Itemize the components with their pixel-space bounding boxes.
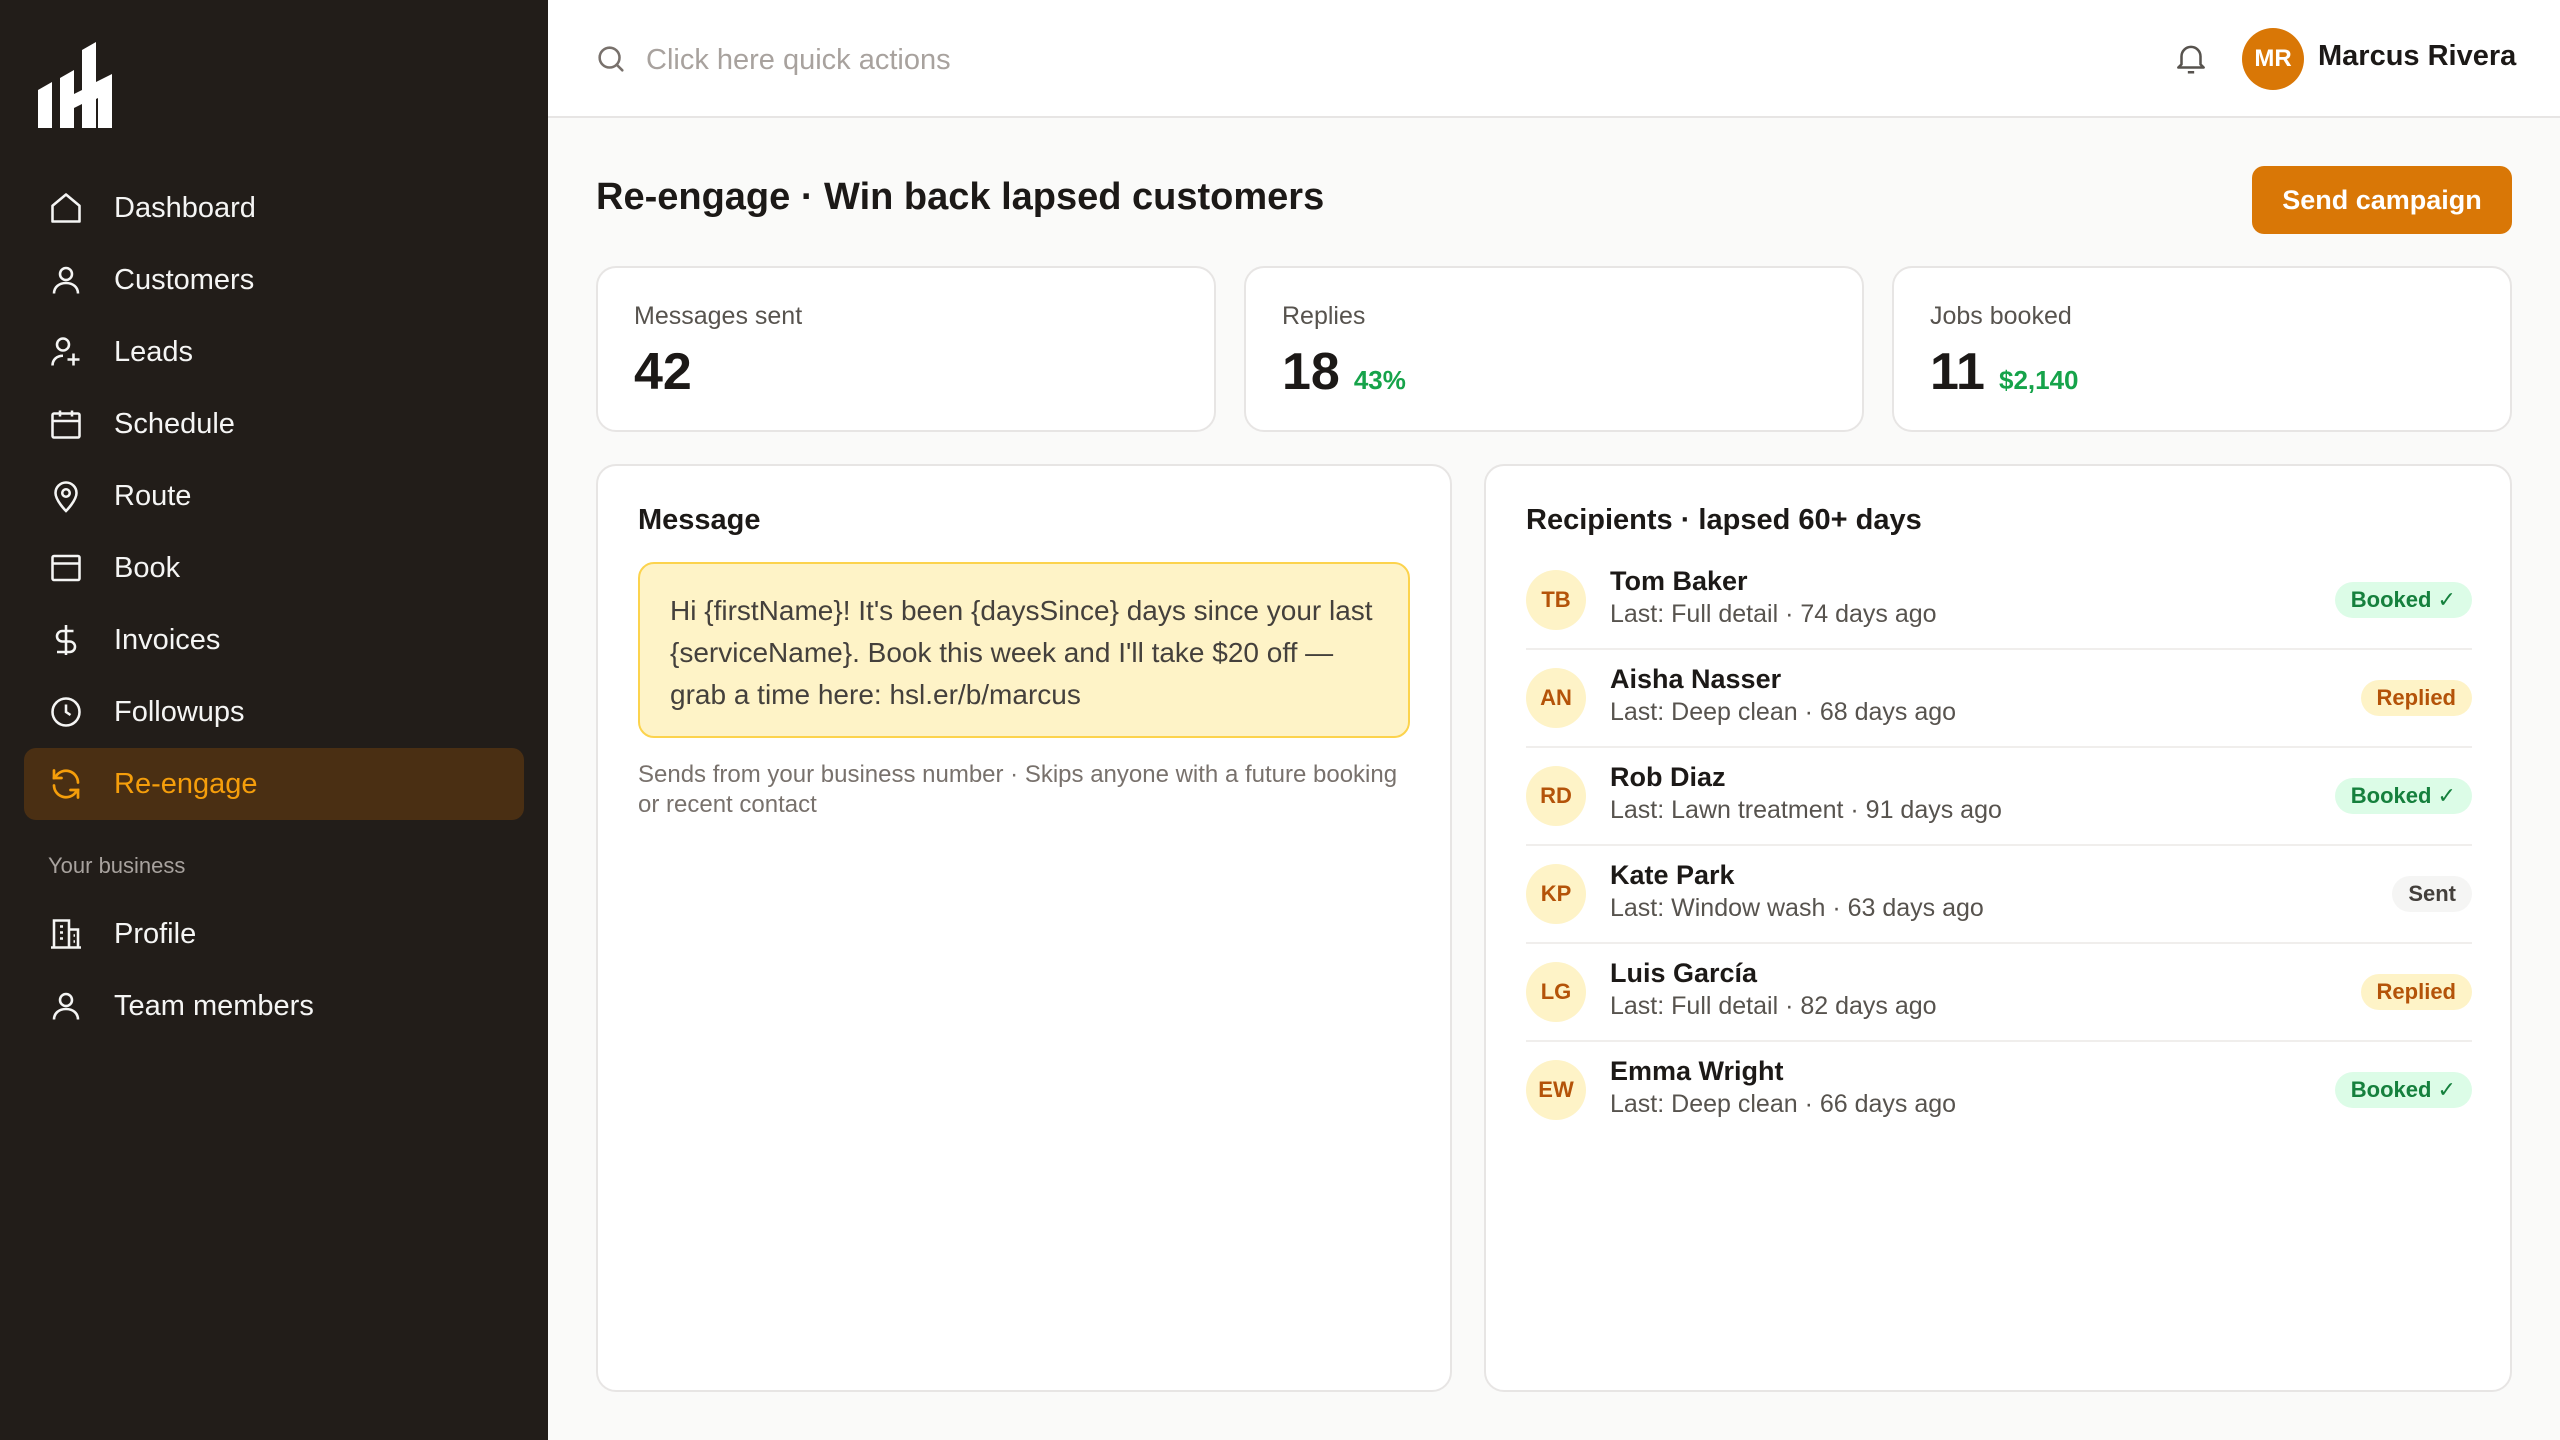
stat-number: 11 xyxy=(1930,343,1985,401)
recipient-detail: Last: Lawn treatment · 91 days ago xyxy=(1610,796,2002,824)
stat-value: 18 43% xyxy=(1282,342,1406,402)
status-badge: Replied xyxy=(2360,974,2472,1010)
recipient-name: Aisha Nasser xyxy=(1610,664,1782,694)
message-panel: Message Hi {firstName}! It's been {daysS… xyxy=(596,464,1452,1392)
message-note: Sends from your business number · Skips … xyxy=(638,761,1398,818)
send-campaign-button[interactable]: Send campaign xyxy=(2252,166,2512,234)
recipients-list: TB Tom Baker Last: Full detail · 74 days… xyxy=(1526,552,2472,1140)
recipient-detail: Last: Full detail · 82 days ago xyxy=(1610,992,1937,1020)
avatar: RD xyxy=(1526,766,1586,826)
recipient-name: Rob Diaz xyxy=(1610,762,1726,792)
list-item[interactable]: AN Aisha Nasser Last: Deep clean · 68 da… xyxy=(1526,650,2472,748)
sidebar-section-label: Your business xyxy=(48,853,186,878)
sidebar-item-label: Dashboard xyxy=(114,191,256,224)
avatar: LG xyxy=(1526,962,1586,1022)
message-panel-title: Message xyxy=(638,504,761,536)
browser-icon xyxy=(51,554,81,582)
stat-revenue: $2,140 xyxy=(1998,365,2079,395)
list-item[interactable]: TB Tom Baker Last: Full detail · 74 days… xyxy=(1526,552,2472,650)
list-item[interactable]: LG Luis García Last: Full detail · 82 da… xyxy=(1526,944,2472,1042)
recipient-detail: Last: Full detail · 74 days ago xyxy=(1610,600,1937,628)
top-bar: MR Marcus Rivera xyxy=(548,0,2560,118)
recipient-name: Tom Baker xyxy=(1610,566,1748,596)
brand-logo-icon[interactable] xyxy=(38,42,112,128)
sidebar-item-label: Re-engage xyxy=(114,767,258,800)
sidebar-item-followups[interactable]: Followups xyxy=(24,676,524,748)
sidebar-item-re-engage[interactable]: Re-engage xyxy=(24,748,524,820)
sidebar-item-invoices[interactable]: Invoices xyxy=(24,604,524,676)
recipient-detail: Last: Deep clean · 66 days ago xyxy=(1610,1090,1957,1118)
message-template-box[interactable]: Hi {firstName}! It's been {daysSince} da… xyxy=(638,562,1410,738)
recipient-name: Luis García xyxy=(1610,958,1758,988)
recipient-detail: Last: Deep clean · 68 days ago xyxy=(1610,698,1957,726)
recipients-panel: Recipients · lapsed 60+ days TB Tom Bake… xyxy=(1484,464,2512,1392)
map-pin-icon xyxy=(54,481,78,513)
home-icon xyxy=(51,193,81,223)
calendar-icon xyxy=(51,410,81,439)
stat-value: 11 $2,140 xyxy=(1930,342,2079,402)
sidebar-item-book[interactable]: Book xyxy=(24,532,524,604)
list-item[interactable]: EW Emma Wright Last: Deep clean · 66 day… xyxy=(1526,1042,2472,1140)
avatar: TB xyxy=(1526,570,1586,630)
stat-label: Jobs booked xyxy=(1930,302,2072,330)
sidebar-item-label: Followups xyxy=(114,695,245,728)
sidebar-item-label: Book xyxy=(114,551,181,584)
refresh-icon xyxy=(52,769,80,799)
stat-card-messages-sent: Messages sent 42 xyxy=(596,266,1216,432)
sidebar-item-schedule[interactable]: Schedule xyxy=(24,388,524,460)
quick-actions-input[interactable] xyxy=(646,34,1346,86)
sidebar-item-label: Route xyxy=(114,479,192,512)
user-icon xyxy=(52,992,80,1020)
bell-icon[interactable] xyxy=(2172,38,2210,78)
stat-number: 18 xyxy=(1282,343,1340,401)
building-icon xyxy=(51,919,81,949)
sidebar-item-route[interactable]: Route xyxy=(24,460,524,532)
user-avatar[interactable]: MR xyxy=(2242,28,2304,90)
sidebar-item-customers[interactable]: Customers xyxy=(24,244,524,316)
sidebar-item-profile[interactable]: Profile xyxy=(24,898,524,970)
sidebar-item-leads[interactable]: Leads xyxy=(24,316,524,388)
sidebar-item-label: Customers xyxy=(114,263,255,296)
search-icon xyxy=(598,46,624,72)
page-title: Re-engage · Win back lapsed customers xyxy=(596,176,1325,218)
status-badge: Booked ✓ xyxy=(2334,582,2472,618)
recipient-name: Kate Park xyxy=(1610,860,1735,890)
user-plus-icon xyxy=(51,337,80,366)
list-item[interactable]: RD Rob Diaz Last: Lawn treatment · 91 da… xyxy=(1526,748,2472,846)
user-name[interactable]: Marcus Rivera xyxy=(2318,40,2516,73)
recipient-name: Emma Wright xyxy=(1610,1056,1784,1086)
clock-icon xyxy=(51,697,81,727)
sidebar-item-label: Leads xyxy=(114,335,194,368)
stat-card-jobs-booked: Jobs booked 11 $2,140 xyxy=(1892,266,2512,432)
status-badge: Replied xyxy=(2360,680,2472,716)
avatar: AN xyxy=(1526,668,1586,728)
recipient-detail: Last: Window wash · 63 days ago xyxy=(1610,894,1984,922)
user-icon xyxy=(52,266,80,294)
stat-value: 42 xyxy=(634,342,692,402)
stat-card-replies: Replies 18 43% xyxy=(1244,266,1864,432)
status-badge: Booked ✓ xyxy=(2334,1072,2472,1108)
sidebar-nav: Dashboard Customers Leads Schedule Route… xyxy=(24,172,524,1042)
sidebar-item-label: Profile xyxy=(114,917,197,950)
status-badge: Booked ✓ xyxy=(2334,778,2472,814)
stat-percentage: 43% xyxy=(1353,365,1406,395)
sidebar-item-team-members[interactable]: Team members xyxy=(24,970,524,1042)
avatar: KP xyxy=(1526,864,1586,924)
stat-number: 42 xyxy=(634,343,692,401)
dollar-icon xyxy=(55,625,77,655)
status-badge: Sent xyxy=(2392,876,2472,912)
sidebar-item-dashboard[interactable]: Dashboard xyxy=(24,172,524,244)
sidebar-item-label: Invoices xyxy=(114,623,221,656)
stat-label: Messages sent xyxy=(634,302,803,330)
sidebar-item-label: Schedule xyxy=(114,407,235,440)
avatar: EW xyxy=(1526,1060,1586,1120)
recipients-panel-title: Recipients · lapsed 60+ days xyxy=(1526,504,1922,536)
sidebar-item-label: Team members xyxy=(114,989,314,1022)
stat-label: Replies xyxy=(1282,302,1366,330)
list-item[interactable]: KP Kate Park Last: Window wash · 63 days… xyxy=(1526,846,2472,944)
sidebar: Dashboard Customers Leads Schedule Route… xyxy=(0,0,548,1440)
